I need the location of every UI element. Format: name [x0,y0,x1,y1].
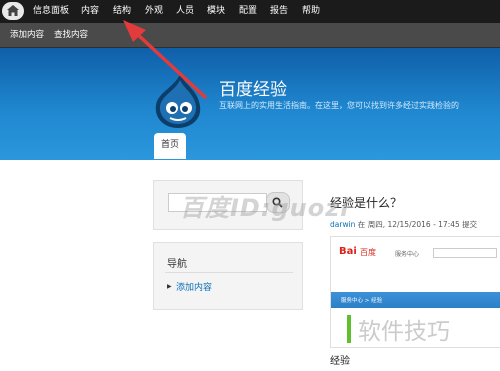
submitted-text: 在 周四, 12/15/2016 - 17:45 提交 [355,220,478,229]
shortcut-bar: 添加内容 查找内容 [0,23,500,48]
article-bottom-label: 经验 [330,356,350,367]
shortcut-add-content[interactable]: 添加内容 [10,23,44,47]
nav-link-add-content[interactable]: 添加内容 [176,280,212,293]
thumb-strip: 服务中心 > 经验 [331,292,500,308]
toolbar-reports[interactable]: 报告 [270,0,288,23]
home-button[interactable] [2,2,24,20]
site-slogan: 互联网上的实用生活指南。在这里，您可以找到许多经过实践检验的 [219,101,459,110]
toolbar-appearance[interactable]: 外观 [145,0,163,23]
thumb-green-bar [347,315,351,343]
shortcut-find-content[interactable]: 查找内容 [54,23,88,47]
thumb-brand: Bai [339,246,357,257]
admin-toolbar: 信息面板 内容 结构 外观 人员 模块 配置 报告 帮助 [0,0,500,23]
toolbar-people[interactable]: 人员 [176,0,194,23]
toolbar-structure[interactable]: 结构 [113,0,131,23]
navigation-divider [165,272,293,273]
navigation-block [153,242,303,310]
bullet-icon: ▶ [167,283,172,290]
thumb-brand-cn: 百度 [360,248,376,257]
watermark-tips: 软件技巧 [358,319,450,345]
toolbar-content[interactable]: 内容 [81,0,99,23]
watermark-baidu-id: 百度ID:guozi [180,194,350,222]
toolbar-dashboard[interactable]: 信息面板 [33,0,69,23]
thumb-service: 服务中心 [395,251,420,258]
drupal-logo[interactable] [150,72,206,130]
toolbar-configuration[interactable]: 配置 [239,0,257,23]
toolbar-help[interactable]: 帮助 [302,0,320,23]
toolbar-modules[interactable]: 模块 [207,0,225,23]
thumb-crumb: 服务中心 > 经验 [341,298,383,304]
thumb-search-box [433,248,497,258]
home-icon [7,5,19,16]
site-name[interactable]: 百度经验 [219,75,287,100]
article-meta: darwin 在 周四, 12/15/2016 - 17:45 提交 [330,219,477,230]
navigation-title: 导航 [167,259,187,270]
tab-home[interactable]: 首页 [154,133,186,159]
